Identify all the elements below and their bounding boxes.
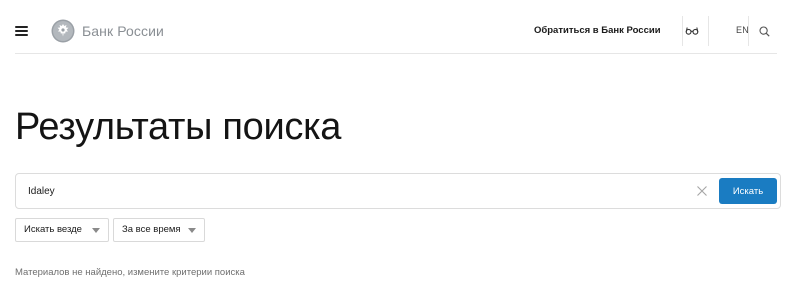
accessibility-glasses-icon[interactable] [683, 22, 701, 40]
caret-down-icon [92, 228, 100, 233]
contact-bank-link[interactable]: Обратиться в Банк России [534, 25, 661, 36]
site-header: Банк России Обратиться в Банк России EN [15, 8, 777, 54]
eagle-emblem-icon [51, 19, 75, 43]
filter-period-label: За все время [122, 224, 181, 235]
caret-down-icon [188, 228, 196, 233]
brand-name: Банк России [82, 23, 164, 39]
close-icon[interactable] [696, 185, 708, 197]
no-results-message: Материалов не найдено, измените критерии… [15, 267, 245, 278]
filter-period-dropdown[interactable]: За все время [113, 218, 205, 242]
search-icon[interactable] [755, 22, 773, 40]
search-results-page: Банк России Обратиться в Банк России EN … [0, 0, 800, 285]
search-bar: Искать [15, 173, 781, 209]
filter-scope-dropdown[interactable]: Искать везде [15, 218, 109, 242]
header-divider [748, 16, 749, 46]
logo[interactable]: Банк России [51, 18, 164, 44]
filter-scope-label: Искать везде [24, 224, 82, 235]
hamburger-menu-icon[interactable] [15, 26, 28, 36]
search-button[interactable]: Искать [719, 178, 777, 204]
search-input[interactable] [28, 182, 628, 200]
page-title: Результаты поиска [15, 106, 342, 148]
header-divider [708, 16, 709, 46]
